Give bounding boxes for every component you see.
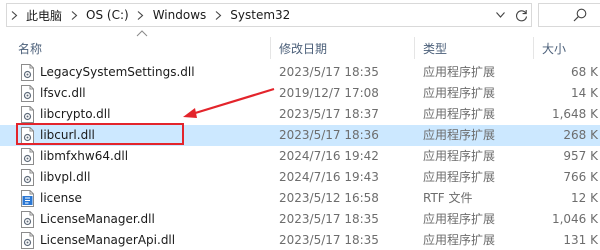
file-name[interactable]: lfsvc.dll: [40, 83, 86, 104]
file-type: 应用程序扩展: [423, 233, 496, 247]
dll-file-icon: [21, 232, 34, 249]
file-row[interactable]: libvpl.dll 2024/7/16 19:43 应用程序扩展 766 K: [0, 167, 600, 188]
chevron-right-icon[interactable]: [67, 4, 81, 26]
file-row[interactable]: lfsvc.dll 2019/12/7 17:08 应用程序扩展 14 K: [0, 83, 600, 104]
file-type: 应用程序扩展: [423, 65, 496, 79]
refresh-button[interactable]: [511, 4, 531, 26]
address-bar[interactable]: 此电脑 OS (C:) Windows System32: [6, 3, 532, 27]
file-size: 1,648 K: [551, 107, 598, 121]
address-history-dropdown[interactable]: [489, 4, 511, 26]
column-header-type[interactable]: 类型: [423, 37, 447, 59]
file-date: 2019/12/7 17:08: [279, 86, 379, 100]
file-size: 1,046 K: [551, 212, 598, 226]
file-size: 268 K: [563, 128, 598, 142]
search-field[interactable]: [538, 3, 600, 27]
chevron-right-icon[interactable]: [211, 4, 225, 26]
file-list: LegacySystemSettings.dll 2023/5/17 18:35…: [0, 62, 600, 250]
column-header-size[interactable]: 大小: [542, 37, 566, 59]
file-date: 2023/5/17 18:35: [279, 233, 379, 247]
file-name[interactable]: LicenseManager.dll: [40, 209, 155, 230]
dll-file-icon: [21, 64, 34, 81]
column-divider[interactable]: [270, 37, 271, 59]
file-date: 2023/5/17 18:36: [279, 128, 379, 142]
column-divider[interactable]: [414, 37, 415, 59]
annotation-highlight-box: [16, 123, 184, 145]
file-type: 应用程序扩展: [423, 86, 496, 100]
file-type: 应用程序扩展: [423, 128, 496, 142]
column-header-row: 名称 修改日期 类型 大小: [0, 37, 600, 59]
file-size: 68 K: [571, 65, 598, 79]
file-type: 应用程序扩展: [423, 149, 496, 163]
dll-file-icon: [21, 85, 34, 102]
file-size: 766 K: [563, 170, 598, 184]
chevron-down-icon: [495, 12, 505, 18]
dll-file-icon: [21, 211, 34, 228]
file-name[interactable]: license: [40, 188, 82, 209]
file-row[interactable]: LicenseManager.dll 2023/5/17 18:35 应用程序扩…: [0, 209, 600, 230]
file-type: 应用程序扩展: [423, 107, 496, 121]
file-name[interactable]: LegacySystemSettings.dll: [40, 62, 195, 83]
file-date: 2023/5/17 18:35: [279, 212, 379, 226]
file-name[interactable]: libmfxhw64.dll: [40, 146, 128, 167]
file-type: 应用程序扩展: [423, 170, 496, 184]
file-date: 2024/7/16 19:43: [279, 170, 379, 184]
search-icon: [573, 8, 587, 22]
file-row[interactable]: LegacySystemSettings.dll 2023/5/17 18:35…: [0, 62, 600, 83]
file-date: 2023/5/17 18:37: [279, 107, 379, 121]
file-name[interactable]: LicenseManagerApi.dll: [40, 230, 175, 250]
file-row[interactable]: LicenseManagerApi.dll 2023/5/17 18:35 应用…: [0, 230, 600, 250]
refresh-icon: [515, 9, 527, 21]
file-date: 2023/5/17 18:35: [279, 65, 379, 79]
file-row[interactable]: license 2023/5/12 16:58 RTF 文件 12 K: [0, 188, 600, 209]
file-size: 14 K: [571, 86, 598, 100]
file-type: 应用程序扩展: [423, 212, 496, 226]
file-type: RTF 文件: [423, 191, 473, 205]
file-name[interactable]: libcrypto.dll: [40, 104, 110, 125]
chevron-right-icon[interactable]: [134, 4, 148, 26]
chevron-right-icon[interactable]: [7, 4, 21, 26]
breadcrumb-os-drive[interactable]: OS (C:): [81, 8, 134, 22]
address-bar-row: 此电脑 OS (C:) Windows System32: [0, 0, 600, 30]
file-date: 2024/7/16 19:42: [279, 149, 379, 163]
file-name[interactable]: libvpl.dll: [40, 167, 90, 188]
file-date: 2023/5/12 16:58: [279, 191, 379, 205]
column-divider[interactable]: [533, 37, 534, 59]
file-size: 957 K: [563, 149, 598, 163]
file-size: 12 K: [571, 191, 598, 205]
breadcrumb-this-pc[interactable]: 此电脑: [21, 7, 67, 24]
file-row[interactable]: libmfxhw64.dll 2024/7/16 19:42 应用程序扩展 95…: [0, 146, 600, 167]
sort-ascending-icon: [136, 30, 148, 37]
dll-file-icon: [21, 169, 34, 186]
column-header-date[interactable]: 修改日期: [279, 37, 327, 59]
column-header-name[interactable]: 名称: [18, 37, 42, 59]
dll-file-icon: [21, 148, 34, 165]
file-size: 131 K: [563, 233, 598, 247]
file-row[interactable]: libcrypto.dll 2023/5/17 18:37 应用程序扩展 1,6…: [0, 104, 600, 125]
rtf-file-icon: [21, 190, 34, 207]
breadcrumb-windows[interactable]: Windows: [148, 8, 212, 22]
dll-file-icon: [21, 106, 34, 123]
breadcrumb-system32[interactable]: System32: [225, 8, 295, 22]
